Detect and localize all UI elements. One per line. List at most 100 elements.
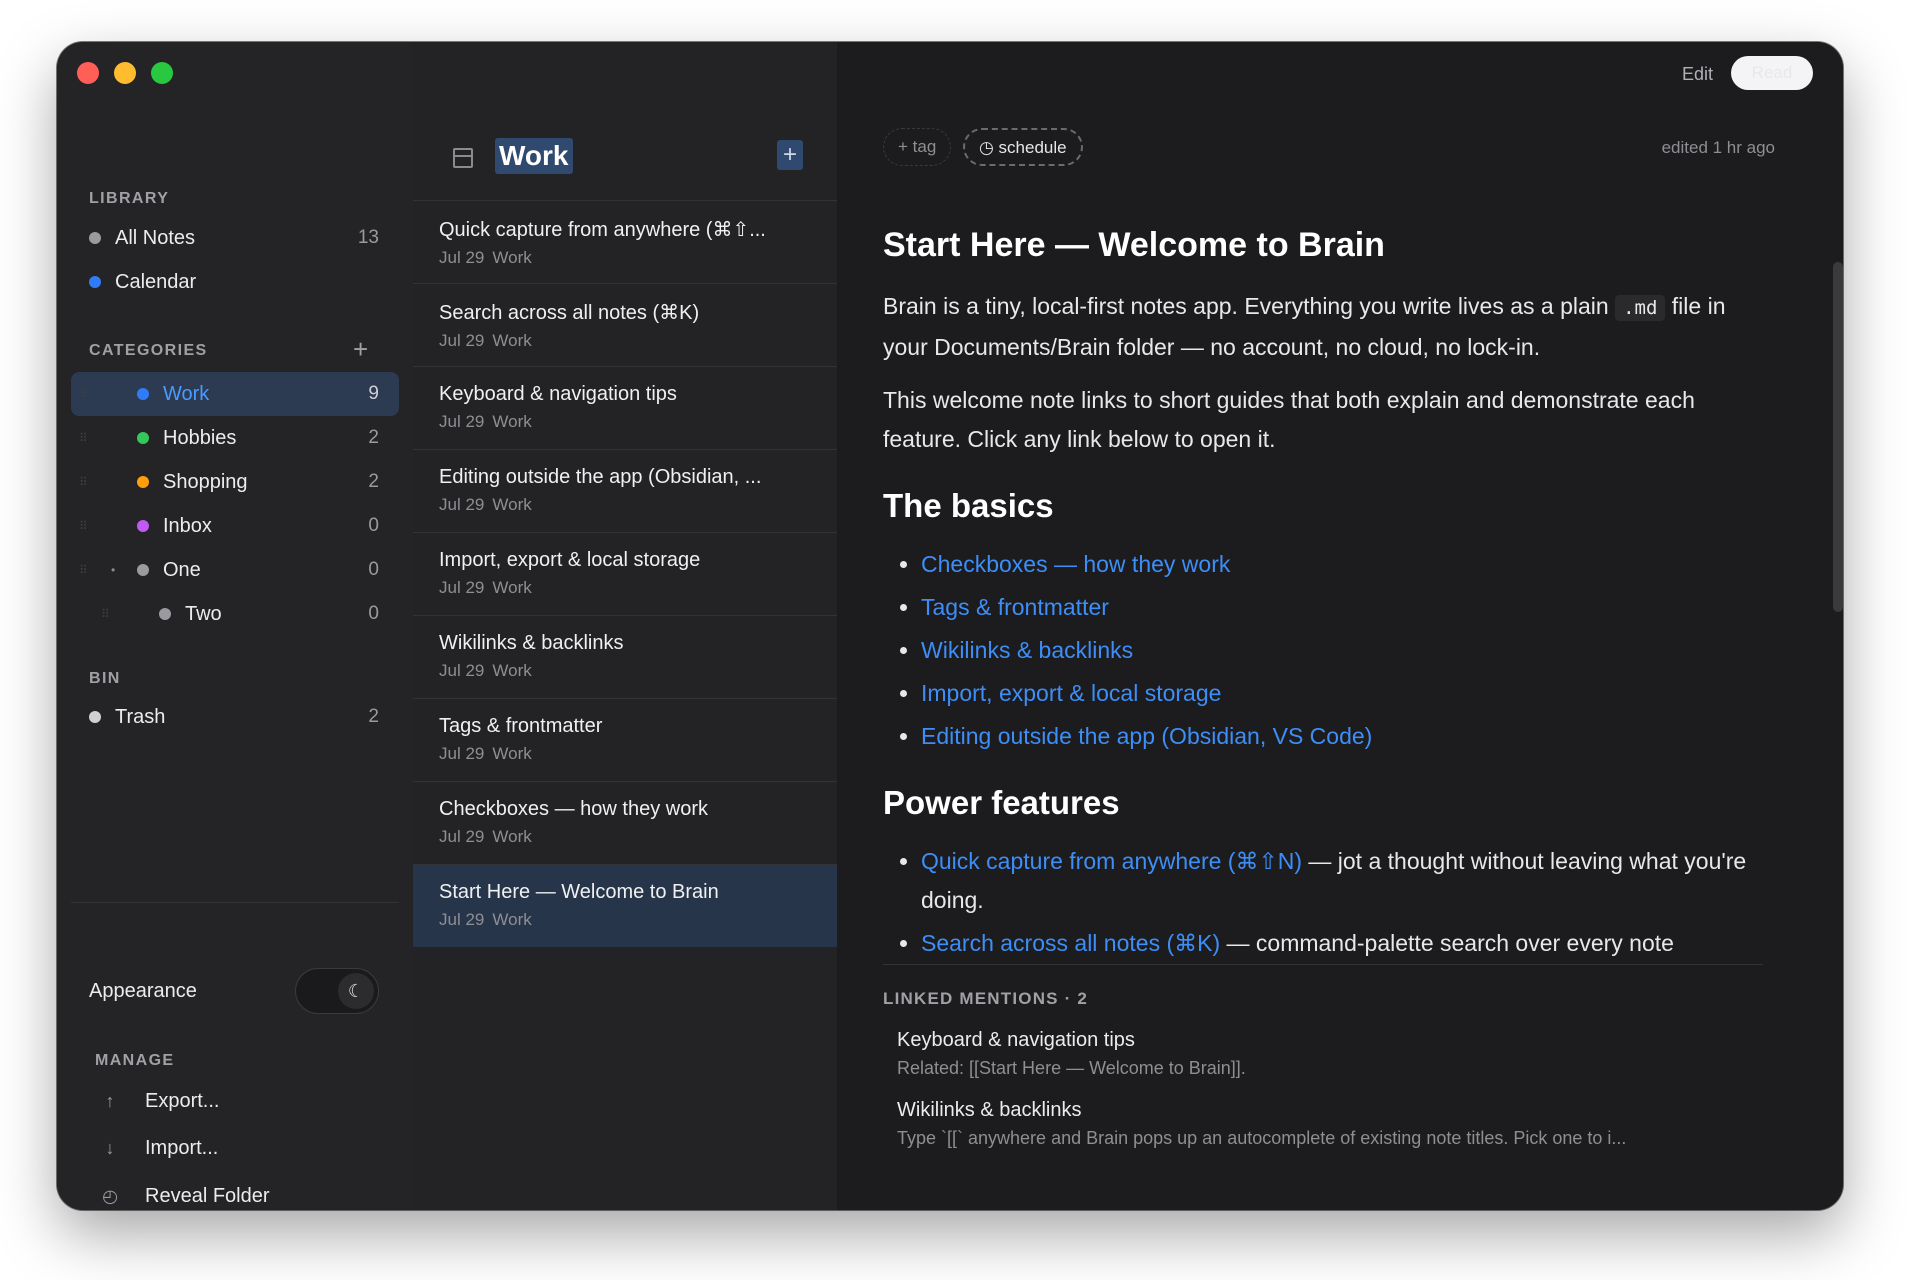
note-category: Work — [492, 744, 532, 763]
sidebar-item-shopping[interactable]: ⠿ Shopping 2 — [71, 460, 399, 504]
sidebar-item-inbox[interactable]: ⠿ Inbox 0 — [71, 504, 399, 548]
read-mode-button[interactable]: Read — [1731, 56, 1813, 90]
note-list: Work + Quick capture from anywhere (⌘⇧..… — [413, 42, 838, 1210]
add-note-button[interactable]: + — [777, 140, 803, 170]
sidebar-item-all-notes[interactable]: All Notes 13 — [71, 216, 399, 260]
note-category: Work — [492, 248, 532, 267]
inbox-dot-icon — [137, 520, 149, 532]
list-item[interactable]: Import, export & local storage Jul 29 Wor… — [413, 532, 837, 615]
arrow-down-icon: ↓ — [105, 1138, 115, 1158]
note-content[interactable]: Start Here — Welcome to Brain Brain is a… — [883, 202, 1763, 992]
reveal-folder-button[interactable]: ◴ Reveal Folder — [95, 1185, 269, 1208]
close-window-button[interactable] — [77, 62, 99, 84]
list-item: Checkboxes — how they work — [921, 545, 1763, 584]
note-meta: Jul 29 Work — [439, 744, 811, 764]
note-date: Jul 29 — [439, 744, 485, 763]
list-item[interactable]: Checkboxes — how they work Jul 29 Work — [413, 781, 837, 864]
sidebar-item-count: 0 — [368, 515, 379, 536]
drag-handle-icon[interactable]: ⠿ — [101, 607, 110, 621]
export-button[interactable]: ↑ Export... — [95, 1090, 220, 1113]
add-category-button[interactable]: + — [353, 336, 368, 362]
drag-handle-icon[interactable]: ⠿ — [79, 475, 88, 489]
sidebar-item-calendar[interactable]: Calendar — [71, 260, 399, 304]
schedule-chip[interactable]: ◷ schedule — [963, 128, 1083, 166]
note-title: Editing outside the app (Obsidian, ... — [439, 466, 762, 488]
add-tag-chip[interactable]: + tag — [883, 128, 952, 166]
edited-timestamp: edited 1 hr ago — [1661, 138, 1775, 157]
sidebar-divider — [71, 902, 399, 903]
list-item[interactable]: Wikilinks & backlinks Jul 29 Work — [413, 615, 837, 698]
note-meta: Jul 29 Work — [439, 412, 811, 432]
note-link[interactable]: Tags & frontmatter — [921, 594, 1109, 620]
sidebar-item-label: Two — [185, 602, 222, 625]
list-item-selected[interactable]: Start Here — Welcome to Brain Jul 29 Work — [413, 864, 837, 947]
calendar-dot-icon — [89, 276, 101, 288]
sidebar-item-label: Hobbies — [163, 426, 237, 449]
note-category: Work — [492, 578, 532, 597]
editor-scrollbar[interactable] — [1833, 262, 1843, 612]
shopping-dot-icon — [137, 476, 149, 488]
minimize-window-button[interactable] — [114, 62, 136, 84]
collapse-caret-icon[interactable]: • — [111, 563, 115, 577]
note-link[interactable]: Import, export & local storage — [921, 680, 1221, 706]
one-dot-icon — [137, 564, 149, 576]
drag-handle-icon[interactable]: ⠿ — [79, 431, 88, 445]
note-link[interactable]: Quick capture from anywhere (⌘⇧N) — [921, 848, 1302, 874]
list-item: Wikilinks & backlinks — [921, 631, 1763, 670]
import-label: Import... — [145, 1137, 219, 1159]
list-item-text: — command-palette search over every note — [1220, 930, 1674, 956]
import-button[interactable]: ↓ Import... — [95, 1137, 219, 1160]
traffic-lights — [77, 62, 173, 84]
note-title: Search across all notes (⌘K) — [439, 302, 700, 324]
trash-dot-icon — [89, 711, 101, 723]
note-link[interactable]: Wikilinks & backlinks — [921, 637, 1133, 663]
note-date: Jul 29 — [439, 331, 485, 350]
moon-icon: ☾ — [338, 973, 374, 1009]
list-item[interactable]: Tags & frontmatter Jul 29 Work — [413, 698, 837, 781]
appearance-toggle[interactable]: ☾ — [295, 968, 379, 1014]
inline-code: .md — [1615, 295, 1666, 321]
sidebar-item-work[interactable]: ⠿ Work 9 — [71, 372, 399, 416]
list-item[interactable]: Search across all notes (⌘K) Jul 29 Work — [413, 283, 837, 366]
sidebar-item-one[interactable]: ⠿ • One 0 — [71, 548, 399, 592]
note-category: Work — [492, 495, 532, 514]
category-title[interactable]: Work — [495, 138, 573, 174]
sidebar-item-label: One — [163, 558, 201, 581]
basics-list: Checkboxes — how they work Tags & frontm… — [883, 545, 1763, 756]
work-dot-icon — [137, 388, 149, 400]
sidebar-item-label: Work — [163, 382, 210, 405]
mention-item[interactable]: Keyboard & navigation tips Related: [[St… — [897, 1029, 1763, 1079]
mention-title: Wikilinks & backlinks — [897, 1099, 1082, 1121]
note-link[interactable]: Search across all notes (⌘K) — [921, 930, 1220, 956]
note-date: Jul 29 — [439, 827, 485, 846]
power-list: Quick capture from anywhere (⌘⇧N) — jot … — [883, 842, 1763, 963]
note-date: Jul 29 — [439, 910, 485, 929]
zoom-window-button[interactable] — [151, 62, 173, 84]
list-item: Tags & frontmatter — [921, 588, 1763, 627]
sidebar-item-trash[interactable]: Trash 2 — [71, 695, 399, 739]
sidebar-item-count: 9 — [368, 383, 379, 404]
sidebar: LIBRARY All Notes 13 Calendar CATEGORIES… — [57, 42, 414, 1210]
note-link[interactable]: Editing outside the app (Obsidian, VS Co… — [921, 723, 1372, 749]
sidebar-item-count: 13 — [357, 227, 379, 248]
list-item: Editing outside the app (Obsidian, VS Co… — [921, 717, 1763, 756]
drag-handle-icon[interactable]: ⠿ — [79, 519, 88, 533]
mention-item[interactable]: Wikilinks & backlinks Type `[[` anywhere… — [897, 1099, 1763, 1149]
edit-mode-button[interactable]: Edit — [1682, 64, 1713, 85]
export-label: Export... — [145, 1090, 220, 1112]
list-item[interactable]: Editing outside the app (Obsidian, ... J… — [413, 449, 837, 532]
toggle-sidebar-icon[interactable] — [453, 148, 473, 168]
drag-handle-icon[interactable]: ⠿ — [79, 563, 88, 577]
note-title: Quick capture from anywhere (⌘⇧... — [439, 219, 766, 241]
appearance-label: Appearance — [89, 980, 197, 1002]
sidebar-item-two[interactable]: ⠿ Two 0 — [71, 592, 399, 636]
list-item[interactable]: Quick capture from anywhere (⌘⇧... Jul 2… — [413, 200, 837, 283]
list-item[interactable]: Keyboard & navigation tips Jul 29 Work — [413, 366, 837, 449]
note-heading: Start Here — Welcome to Brain — [883, 226, 1385, 264]
mention-title: Keyboard & navigation tips — [897, 1029, 1135, 1051]
note-meta: Jul 29 Work — [439, 578, 811, 598]
note-link[interactable]: Checkboxes — how they work — [921, 551, 1230, 577]
note-title: Wikilinks & backlinks — [439, 632, 624, 654]
sidebar-item-hobbies[interactable]: ⠿ Hobbies 2 — [71, 416, 399, 460]
drag-handle-icon[interactable]: ⠿ — [79, 387, 88, 401]
